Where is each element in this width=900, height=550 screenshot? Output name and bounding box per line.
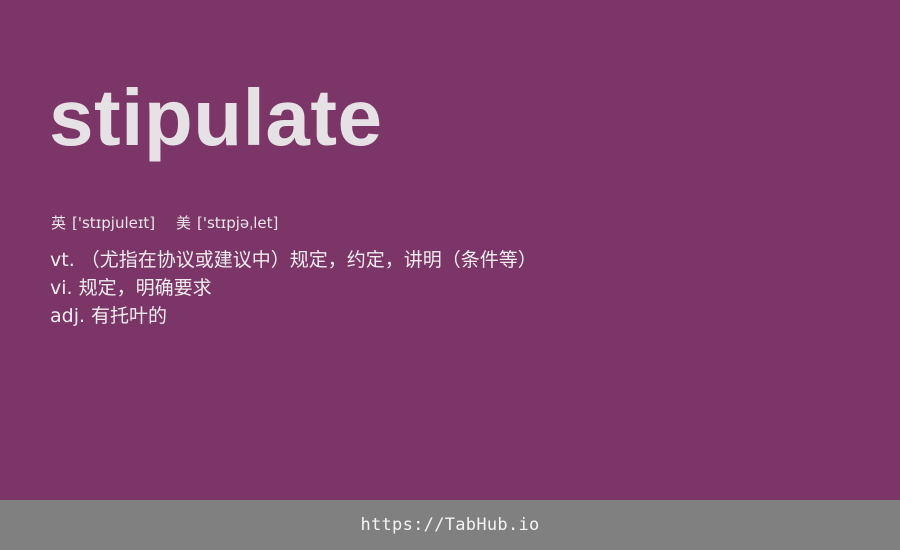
phonetic-us-ipa: ['stɪpjəˌlet] xyxy=(196,214,279,232)
definition-vt: vt. （尤指在协议或建议中）规定，约定，讲明（条件等） xyxy=(50,246,537,274)
definition-text: （尤指在协议或建议中）规定，约定，讲明（条件等） xyxy=(80,249,537,271)
part-of-speech: adj. xyxy=(50,305,86,327)
definition-vi: vi. 规定，明确要求 xyxy=(50,274,537,302)
part-of-speech: vt. xyxy=(50,249,75,271)
phonetic-us-label: 美 xyxy=(175,214,191,232)
footer-bar: https://TabHub.io xyxy=(0,500,900,550)
phonetic-uk-ipa: ['stɪpjuleɪt] xyxy=(72,214,156,232)
phonetics: 英 ['stɪpjuleɪt] 美 ['stɪpjəˌlet] xyxy=(51,212,294,234)
definition-text: 有托叶的 xyxy=(91,305,168,327)
definitions: vt. （尤指在协议或建议中）规定，约定，讲明（条件等） vi. 规定，明确要求 a… xyxy=(50,246,537,330)
phonetic-uk-label: 英 xyxy=(51,214,67,232)
word-card: stipulate 英 ['stɪpjuleɪt] 美 ['stɪpjəˌlet] … xyxy=(0,0,900,500)
definition-text: 规定，明确要求 xyxy=(78,277,212,299)
part-of-speech: vi. xyxy=(50,277,73,299)
tabhub-link[interactable]: https://TabHub.io xyxy=(360,515,539,535)
definition-adj: adj. 有托叶的 xyxy=(50,302,537,330)
phonetic-uk: 英 ['stɪpjuleɪt] xyxy=(51,212,155,234)
phonetic-us: 美 ['stɪpjəˌlet] xyxy=(176,212,278,234)
vocabulary-word: stipulate xyxy=(49,73,383,162)
